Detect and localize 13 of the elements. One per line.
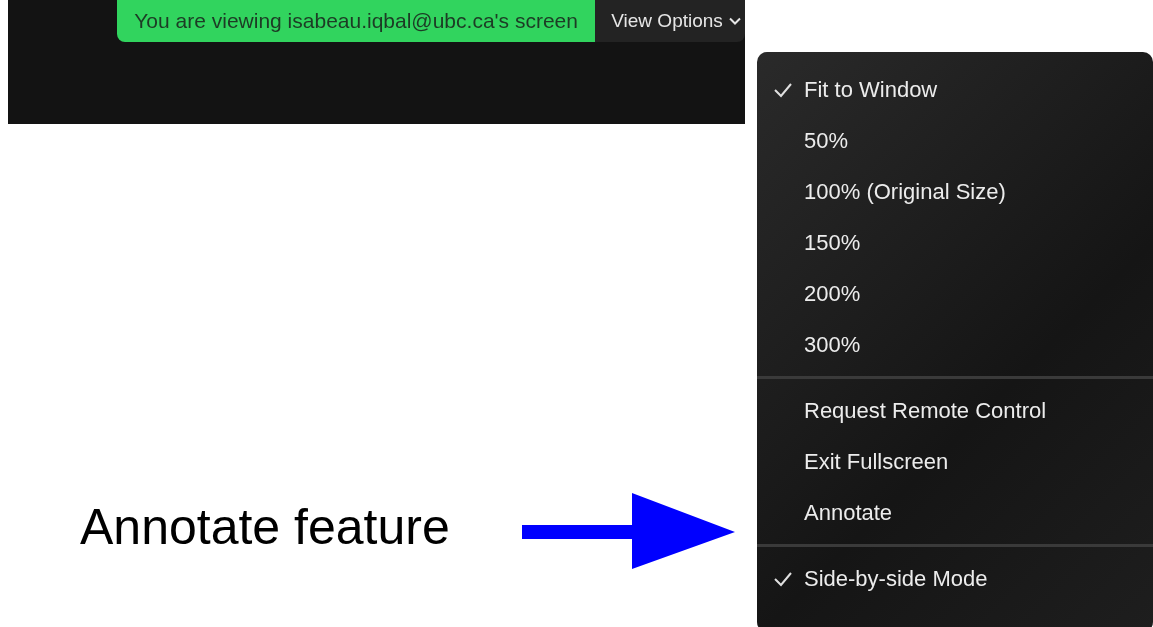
- menu-item[interactable]: 150%: [757, 217, 1153, 268]
- menu-item[interactable]: Exit Fullscreen: [757, 436, 1153, 487]
- menu-item[interactable]: 50%: [757, 115, 1153, 166]
- annotation-label: Annotate feature: [80, 500, 450, 555]
- menu-item[interactable]: Request Remote Control: [757, 385, 1153, 436]
- menu-item[interactable]: Side-by-side Mode: [757, 553, 1153, 604]
- viewing-banner: You are viewing isabeau.iqbal@ubc.ca's screen: [117, 0, 596, 42]
- menu-item[interactable]: 100% (Original Size): [757, 166, 1153, 217]
- menu-item[interactable]: Annotate: [757, 487, 1153, 538]
- view-options-button[interactable]: View Options: [595, 0, 745, 42]
- menu-item[interactable]: 300%: [757, 319, 1153, 370]
- menu-item[interactable]: Fit to Window: [757, 64, 1153, 115]
- menu-item[interactable]: 200%: [757, 268, 1153, 319]
